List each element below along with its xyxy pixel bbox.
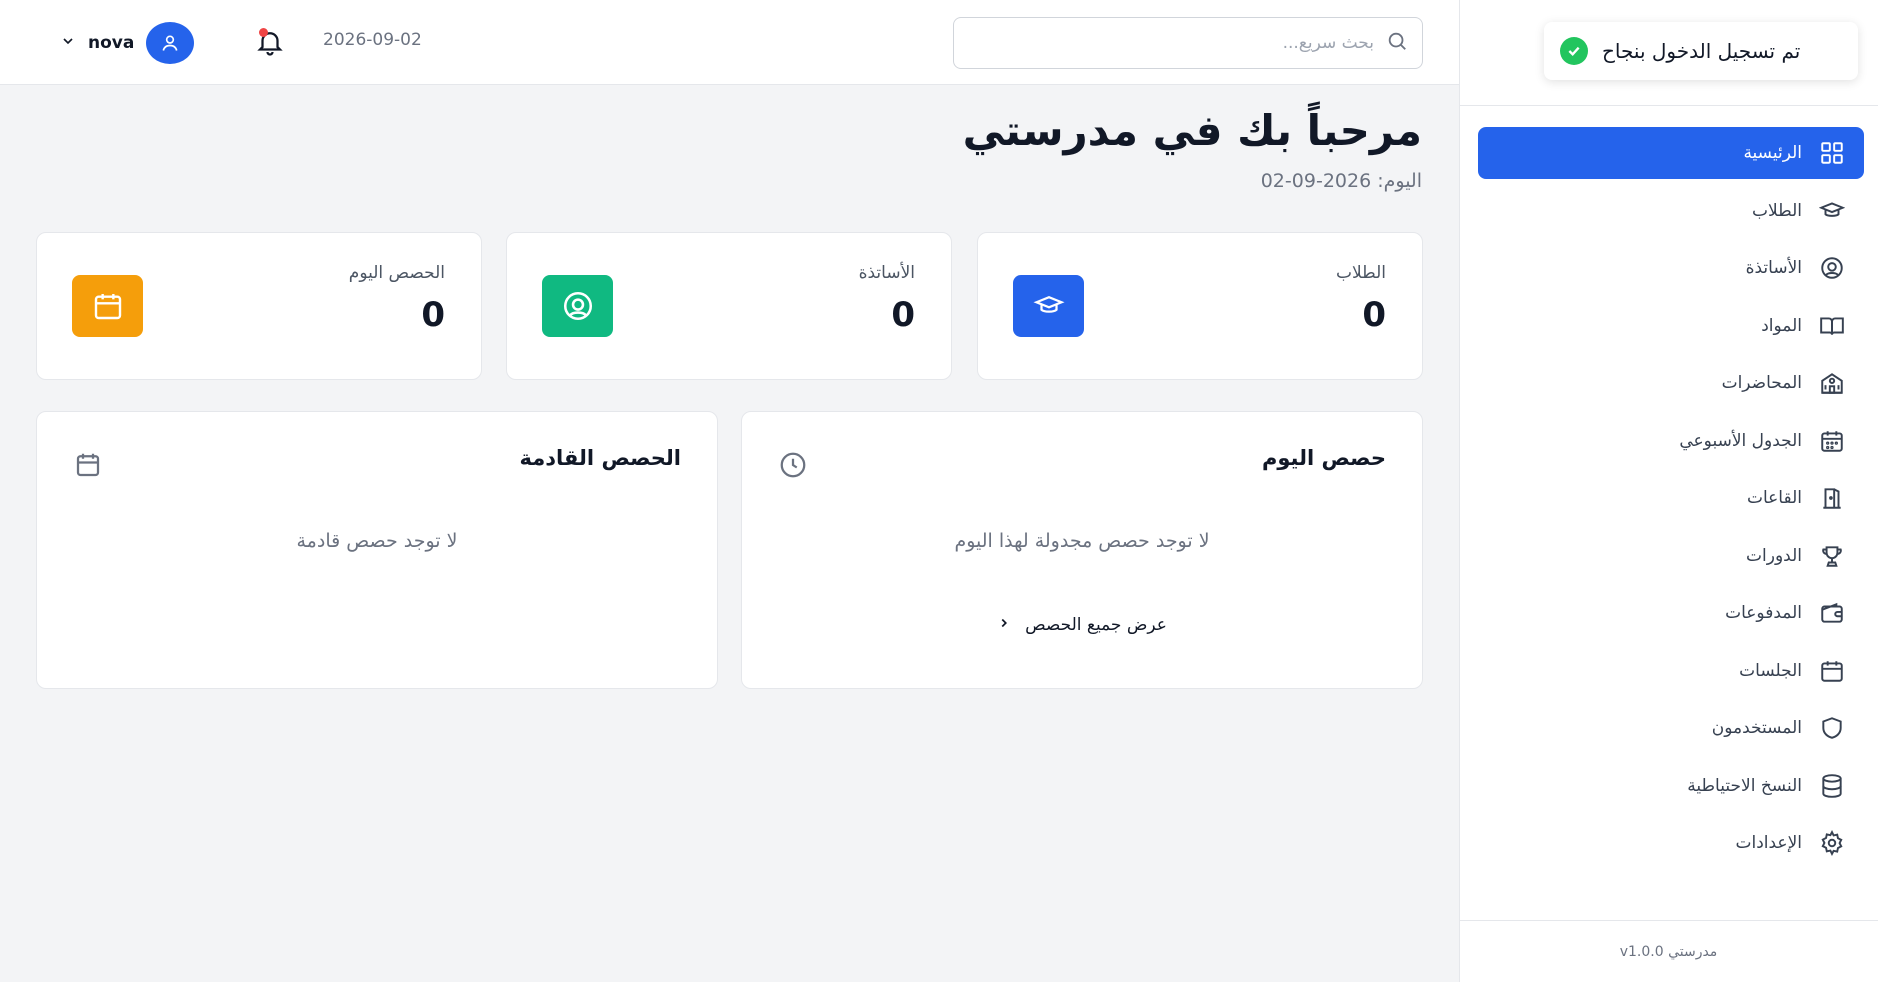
- upcoming-lessons-panel: الحصص القادمة لا توجد حصص قادمة: [36, 411, 718, 689]
- dashboard-grid-icon: [1818, 139, 1846, 167]
- gear-icon: [1818, 829, 1846, 857]
- calendar-icon: [73, 450, 103, 480]
- page-subtitle: اليوم: 2026-09-02: [1260, 170, 1422, 192]
- database-icon: [1818, 772, 1846, 800]
- stat-label: الأساتذة: [858, 263, 915, 283]
- user-circle-icon: [542, 275, 613, 337]
- stat-value: 0: [1362, 295, 1386, 335]
- shield-icon: [1818, 714, 1846, 742]
- search-box[interactable]: [953, 17, 1423, 69]
- notifications-button[interactable]: [255, 26, 285, 58]
- sidebar-item-label: الأساتذة: [1745, 258, 1802, 278]
- notification-badge: [259, 28, 268, 37]
- sidebar-item-students[interactable]: الطلاب: [1478, 185, 1864, 237]
- sidebar-item-label: المواد: [1761, 315, 1802, 336]
- user-menu[interactable]: nova: [60, 22, 195, 64]
- sidebar-item-label: الرئيسية: [1743, 143, 1802, 163]
- sidebar-item-label: الجلسات: [1739, 660, 1802, 681]
- wallet-icon: [1818, 599, 1846, 627]
- sidebar-item-label: المحاضرات: [1721, 373, 1802, 393]
- calendar-grid-icon: [1818, 427, 1846, 455]
- stat-value: 0: [891, 295, 915, 335]
- sidebar-header: تم تسجيل الدخول بنجاح: [1460, 0, 1878, 106]
- graduation-cap-icon: [1818, 197, 1846, 225]
- page-title: مرحباً بك في مدرستي: [962, 106, 1422, 155]
- empty-message: لا توجد حصص قادمة: [296, 530, 458, 552]
- panel-title: الحصص القادمة: [519, 446, 681, 470]
- empty-message: لا توجد حصص مجدولة لهذا اليوم: [954, 530, 1210, 552]
- header-date: 2026-09-02: [323, 30, 422, 50]
- chevron-down-icon[interactable]: [60, 33, 76, 53]
- sidebar-item-label: النسخ الاحتياطية: [1687, 775, 1802, 796]
- sidebar-item-label: الدورات: [1746, 545, 1802, 566]
- stat-card-teachers: الأساتذة 0: [506, 232, 952, 380]
- sidebar-item-settings[interactable]: الإعدادات: [1478, 817, 1864, 869]
- sidebar-item-label: المستخدمون: [1711, 718, 1802, 738]
- calendar-icon: [72, 275, 143, 337]
- bell-icon[interactable]: [255, 32, 285, 62]
- check-circle-icon: [1560, 37, 1588, 65]
- clock-icon: [778, 450, 808, 480]
- sidebar-item-teachers[interactable]: الأساتذة: [1478, 242, 1864, 294]
- trophy-icon: [1818, 542, 1846, 570]
- calendar-icon: [1818, 657, 1846, 685]
- stat-card-lessons-today: الحصص اليوم 0: [36, 232, 482, 380]
- user-circle-icon: [1818, 254, 1846, 282]
- stat-value: 0: [421, 295, 445, 335]
- view-all-lessons-link[interactable]: عرض جميع الحصص: [742, 615, 1422, 635]
- today-lessons-panel: حصص اليوم لا توجد حصص مجدولة لهذا اليوم …: [741, 411, 1423, 689]
- stat-label: الحصص اليوم: [348, 263, 445, 283]
- sidebar-item-payments[interactable]: المدفوعات: [1478, 587, 1864, 639]
- app-version: مدرستي v1.0.0: [1459, 920, 1878, 982]
- book-icon: [1818, 312, 1846, 340]
- stat-card-students: الطلاب 0: [977, 232, 1423, 380]
- search-input[interactable]: [968, 33, 1374, 53]
- sidebar-item-backups[interactable]: النسخ الاحتياطية: [1478, 760, 1864, 812]
- sidebar-item-users[interactable]: المستخدمون: [1478, 702, 1864, 754]
- sidebar-item-weekly-schedule[interactable]: الجدول الأسبوعي: [1478, 415, 1864, 467]
- sidebar-item-courses[interactable]: الدورات: [1478, 530, 1864, 582]
- top-header: 2026-09-02 nova: [0, 0, 1459, 85]
- sidebar-item-label: المدفوعات: [1725, 603, 1802, 623]
- stat-label: الطلاب: [1336, 263, 1386, 283]
- sidebar-item-lectures[interactable]: المحاضرات: [1478, 357, 1864, 409]
- main-content: مرحباً بك في مدرستي اليوم: 2026-09-02 ال…: [0, 86, 1459, 982]
- toast-message: تم تسجيل الدخول بنجاح: [1602, 39, 1801, 63]
- sidebar-item-rooms[interactable]: القاعات: [1478, 472, 1864, 524]
- avatar[interactable]: [146, 22, 195, 64]
- sidebar-item-label: الطلاب: [1752, 200, 1802, 221]
- username[interactable]: nova: [88, 33, 134, 53]
- panel-title: حصص اليوم: [1261, 446, 1386, 470]
- school-building-icon: [1818, 369, 1846, 397]
- sidebar-item-sessions[interactable]: الجلسات: [1478, 645, 1864, 697]
- sidebar-nav: الرئيسية الطلاب الأساتذة المواد المحاضرا…: [1478, 127, 1864, 875]
- sidebar-item-label: الجدول الأسبوعي: [1679, 430, 1802, 451]
- chevron-left-icon[interactable]: [997, 615, 1011, 635]
- door-icon: [1818, 484, 1846, 512]
- graduation-cap-icon: [1013, 275, 1084, 337]
- sidebar-item-label: القاعات: [1746, 488, 1802, 508]
- search-icon[interactable]: [1386, 30, 1408, 56]
- sidebar-item-subjects[interactable]: المواد: [1478, 300, 1864, 352]
- sidebar-item-home[interactable]: الرئيسية: [1478, 127, 1864, 179]
- sidebar-item-label: الإعدادات: [1735, 833, 1802, 853]
- sidebar: تم تسجيل الدخول بنجاح الرئيسية الطلاب ال…: [1459, 0, 1878, 982]
- login-success-toast[interactable]: تم تسجيل الدخول بنجاح: [1544, 22, 1858, 80]
- link-label[interactable]: عرض جميع الحصص: [1025, 615, 1167, 635]
